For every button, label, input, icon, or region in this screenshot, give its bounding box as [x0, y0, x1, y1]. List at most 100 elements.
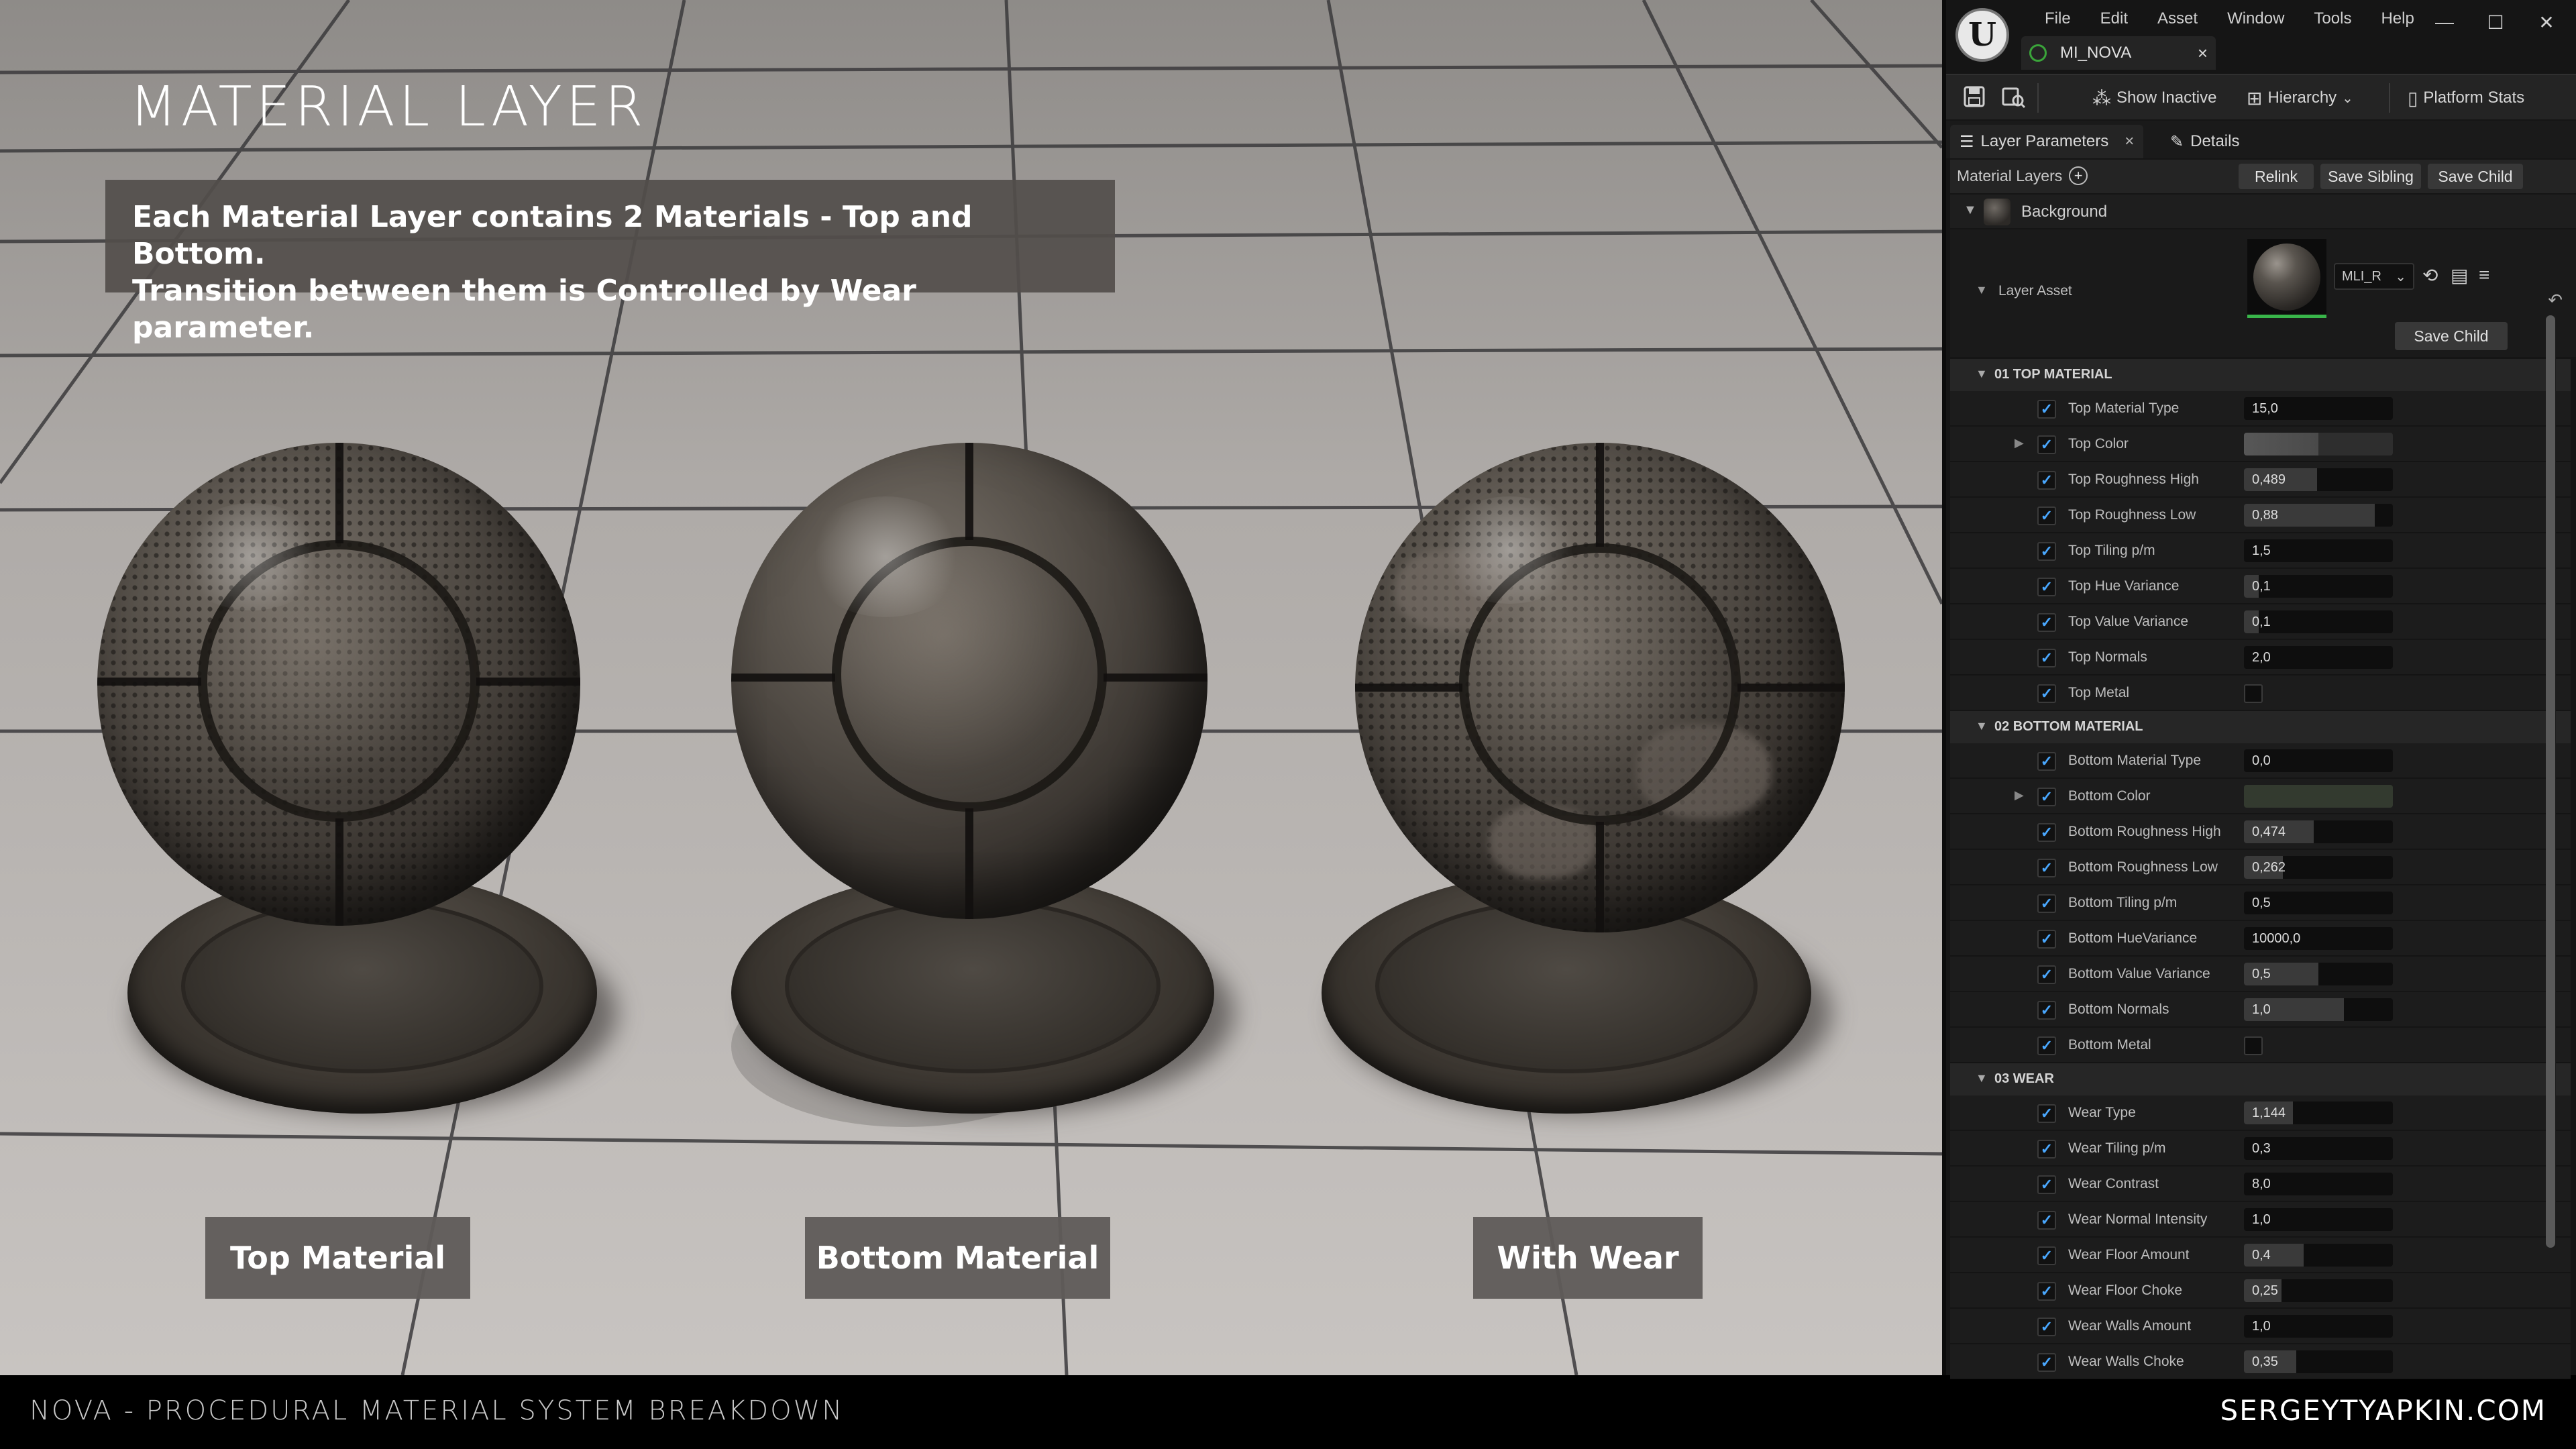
browse-asset-icon[interactable]: [2000, 85, 2027, 111]
override-checkbox[interactable]: ✓: [2037, 823, 2056, 842]
parameter-value-field[interactable]: 8,0: [2244, 1173, 2393, 1195]
override-checkbox[interactable]: ✓: [2037, 506, 2056, 525]
parameter-value-field[interactable]: 0,262: [2244, 856, 2393, 879]
menu-edit[interactable]: Edit: [2086, 5, 2143, 32]
override-checkbox[interactable]: ✓: [2037, 649, 2056, 667]
unreal-logo-icon[interactable]: U: [1955, 8, 2009, 62]
menu-asset[interactable]: Asset: [2143, 5, 2212, 32]
layer-asset-dropdown[interactable]: MLI_R ⌄: [2334, 263, 2414, 290]
parameter-value-field[interactable]: 0,5: [2244, 892, 2393, 914]
parameter-value: 0,474: [2252, 824, 2286, 839]
collapse-arrow-icon[interactable]: ▼: [1976, 1071, 1988, 1085]
parameter-value-field[interactable]: 2,0: [2244, 646, 2393, 669]
override-checkbox[interactable]: ✓: [2037, 1140, 2056, 1159]
collapse-arrow-icon[interactable]: ▼: [1976, 367, 1988, 381]
menu-file[interactable]: File: [2030, 5, 2086, 32]
override-checkbox[interactable]: ✓: [2037, 930, 2056, 949]
close-window-icon[interactable]: ✕: [2521, 7, 2572, 38]
override-checkbox[interactable]: ✓: [2037, 788, 2056, 806]
tab-layer-parameters[interactable]: ☰ Layer Parameters ×: [1950, 125, 2144, 158]
section-header[interactable]: ▼ 01 TOP MATERIAL: [1950, 359, 2571, 391]
relink-button[interactable]: Relink: [2239, 164, 2314, 189]
collapse-arrow-icon[interactable]: ▼: [1976, 283, 1988, 297]
parameter-value-field[interactable]: 0,3: [2244, 1137, 2393, 1160]
parameter-value-field[interactable]: 1,5: [2244, 539, 2393, 562]
color-swatch[interactable]: [2244, 433, 2393, 455]
parameter-value-field[interactable]: 15,0: [2244, 397, 2393, 420]
expand-arrow-icon[interactable]: ▶: [2015, 788, 2024, 802]
override-checkbox[interactable]: ✓: [2037, 752, 2056, 771]
parameter-name: Bottom Material Type: [2068, 753, 2202, 768]
save-icon[interactable]: [1961, 85, 1988, 111]
override-checkbox[interactable]: ✓: [2037, 684, 2056, 703]
menu-window[interactable]: Window: [2212, 5, 2299, 32]
override-checkbox[interactable]: ✓: [2037, 965, 2056, 984]
parameter-value-field[interactable]: 1,144: [2244, 1102, 2393, 1124]
parameter-value-field[interactable]: 0,1: [2244, 575, 2393, 598]
parameter-value-field[interactable]: 1,0: [2244, 1315, 2393, 1338]
collapse-arrow-icon[interactable]: ▼: [1964, 203, 1977, 218]
override-checkbox[interactable]: ✓: [2037, 435, 2056, 454]
parameter-value-field[interactable]: 0,1: [2244, 610, 2393, 633]
override-checkbox[interactable]: ✓: [2037, 542, 2056, 561]
filter-icon[interactable]: ≡: [2479, 264, 2489, 286]
override-checkbox[interactable]: ✓: [2037, 613, 2056, 632]
show-inactive-button[interactable]: ⁂ Show Inactive: [2087, 83, 2222, 113]
use-selected-icon[interactable]: ⟲: [2422, 264, 2438, 286]
save-sibling-button[interactable]: Save Sibling: [2320, 164, 2421, 189]
collapse-arrow-icon[interactable]: ▼: [1976, 719, 1988, 733]
override-checkbox[interactable]: ✓: [2037, 1318, 2056, 1336]
scrollbar-thumb[interactable]: [2546, 315, 2555, 1248]
asset-tab[interactable]: MI_NOVA ×: [2021, 36, 2216, 70]
override-checkbox[interactable]: ✓: [2037, 859, 2056, 877]
override-checkbox[interactable]: ✓: [2037, 400, 2056, 419]
menu-tools[interactable]: Tools: [2299, 5, 2366, 32]
layer-save-child-button[interactable]: Save Child: [2395, 322, 2508, 350]
parameter-row: ✓ Wear Floor Choke 0,25: [1950, 1273, 2571, 1308]
browse-folder-icon[interactable]: ▤: [2451, 264, 2468, 286]
override-checkbox[interactable]: ✓: [2037, 471, 2056, 490]
parameter-value-field[interactable]: 0,489: [2244, 468, 2393, 491]
override-checkbox[interactable]: ✓: [2037, 894, 2056, 913]
add-layer-icon[interactable]: +: [2069, 166, 2088, 185]
tab-details[interactable]: ✎ Details: [2161, 125, 2249, 158]
override-checkbox[interactable]: ✓: [2037, 1246, 2056, 1265]
override-checkbox[interactable]: ✓: [2037, 1211, 2056, 1230]
parameter-value-field[interactable]: 0,474: [2244, 820, 2393, 843]
override-checkbox[interactable]: ✓: [2037, 1353, 2056, 1372]
parameter-value-field[interactable]: 0,88: [2244, 504, 2393, 527]
override-checkbox[interactable]: ✓: [2037, 1282, 2056, 1301]
reset-icon[interactable]: ↶: [2548, 290, 2563, 311]
parameter-value-field[interactable]: 1,0: [2244, 1208, 2393, 1231]
save-child-button[interactable]: Save Child: [2428, 164, 2523, 189]
parameter-value-field[interactable]: 0,4: [2244, 1244, 2393, 1267]
override-checkbox[interactable]: ✓: [2037, 1001, 2056, 1020]
layer-asset-thumbnail[interactable]: [2247, 239, 2326, 318]
parameter-name: Top Material Type: [2068, 400, 2180, 416]
expand-arrow-icon[interactable]: ▶: [2015, 436, 2024, 450]
override-checkbox[interactable]: ✓: [2037, 1104, 2056, 1123]
value-checkbox[interactable]: [2244, 684, 2263, 703]
section-header[interactable]: ▼ 02 BOTTOM MATERIAL: [1950, 711, 2571, 743]
value-checkbox[interactable]: [2244, 1036, 2263, 1055]
override-checkbox[interactable]: ✓: [2037, 1036, 2056, 1055]
parameter-value-field[interactable]: 1,0: [2244, 998, 2393, 1021]
color-swatch[interactable]: [2244, 785, 2393, 808]
parameter-value-field[interactable]: 0,0: [2244, 749, 2393, 772]
override-checkbox[interactable]: ✓: [2037, 578, 2056, 596]
parameter-value-field[interactable]: 0,5: [2244, 963, 2393, 985]
override-checkbox[interactable]: ✓: [2037, 1175, 2056, 1194]
hierarchy-button[interactable]: ⊞ Hierarchy ⌄: [2241, 83, 2359, 113]
parameter-value-field[interactable]: 0,25: [2244, 1279, 2393, 1302]
background-layer-row[interactable]: ▼ Background: [1950, 195, 2576, 228]
parameter-value-field[interactable]: 10000,0: [2244, 927, 2393, 950]
footer-website: SERGEYTYAPKIN.COM: [2220, 1394, 2546, 1427]
section-header[interactable]: ▼ 03 WEAR: [1950, 1063, 2571, 1095]
close-tab-icon[interactable]: ×: [2125, 132, 2134, 151]
close-tab-icon[interactable]: ×: [2198, 43, 2208, 64]
platform-stats-button[interactable]: ▯ Platform Stats: [2402, 83, 2530, 113]
caption-bottom-material: Bottom Material: [805, 1217, 1110, 1299]
parameter-value-field[interactable]: 0,35: [2244, 1350, 2393, 1373]
maximize-icon[interactable]: ☐: [2470, 7, 2521, 38]
minimize-icon[interactable]: —: [2419, 7, 2470, 38]
